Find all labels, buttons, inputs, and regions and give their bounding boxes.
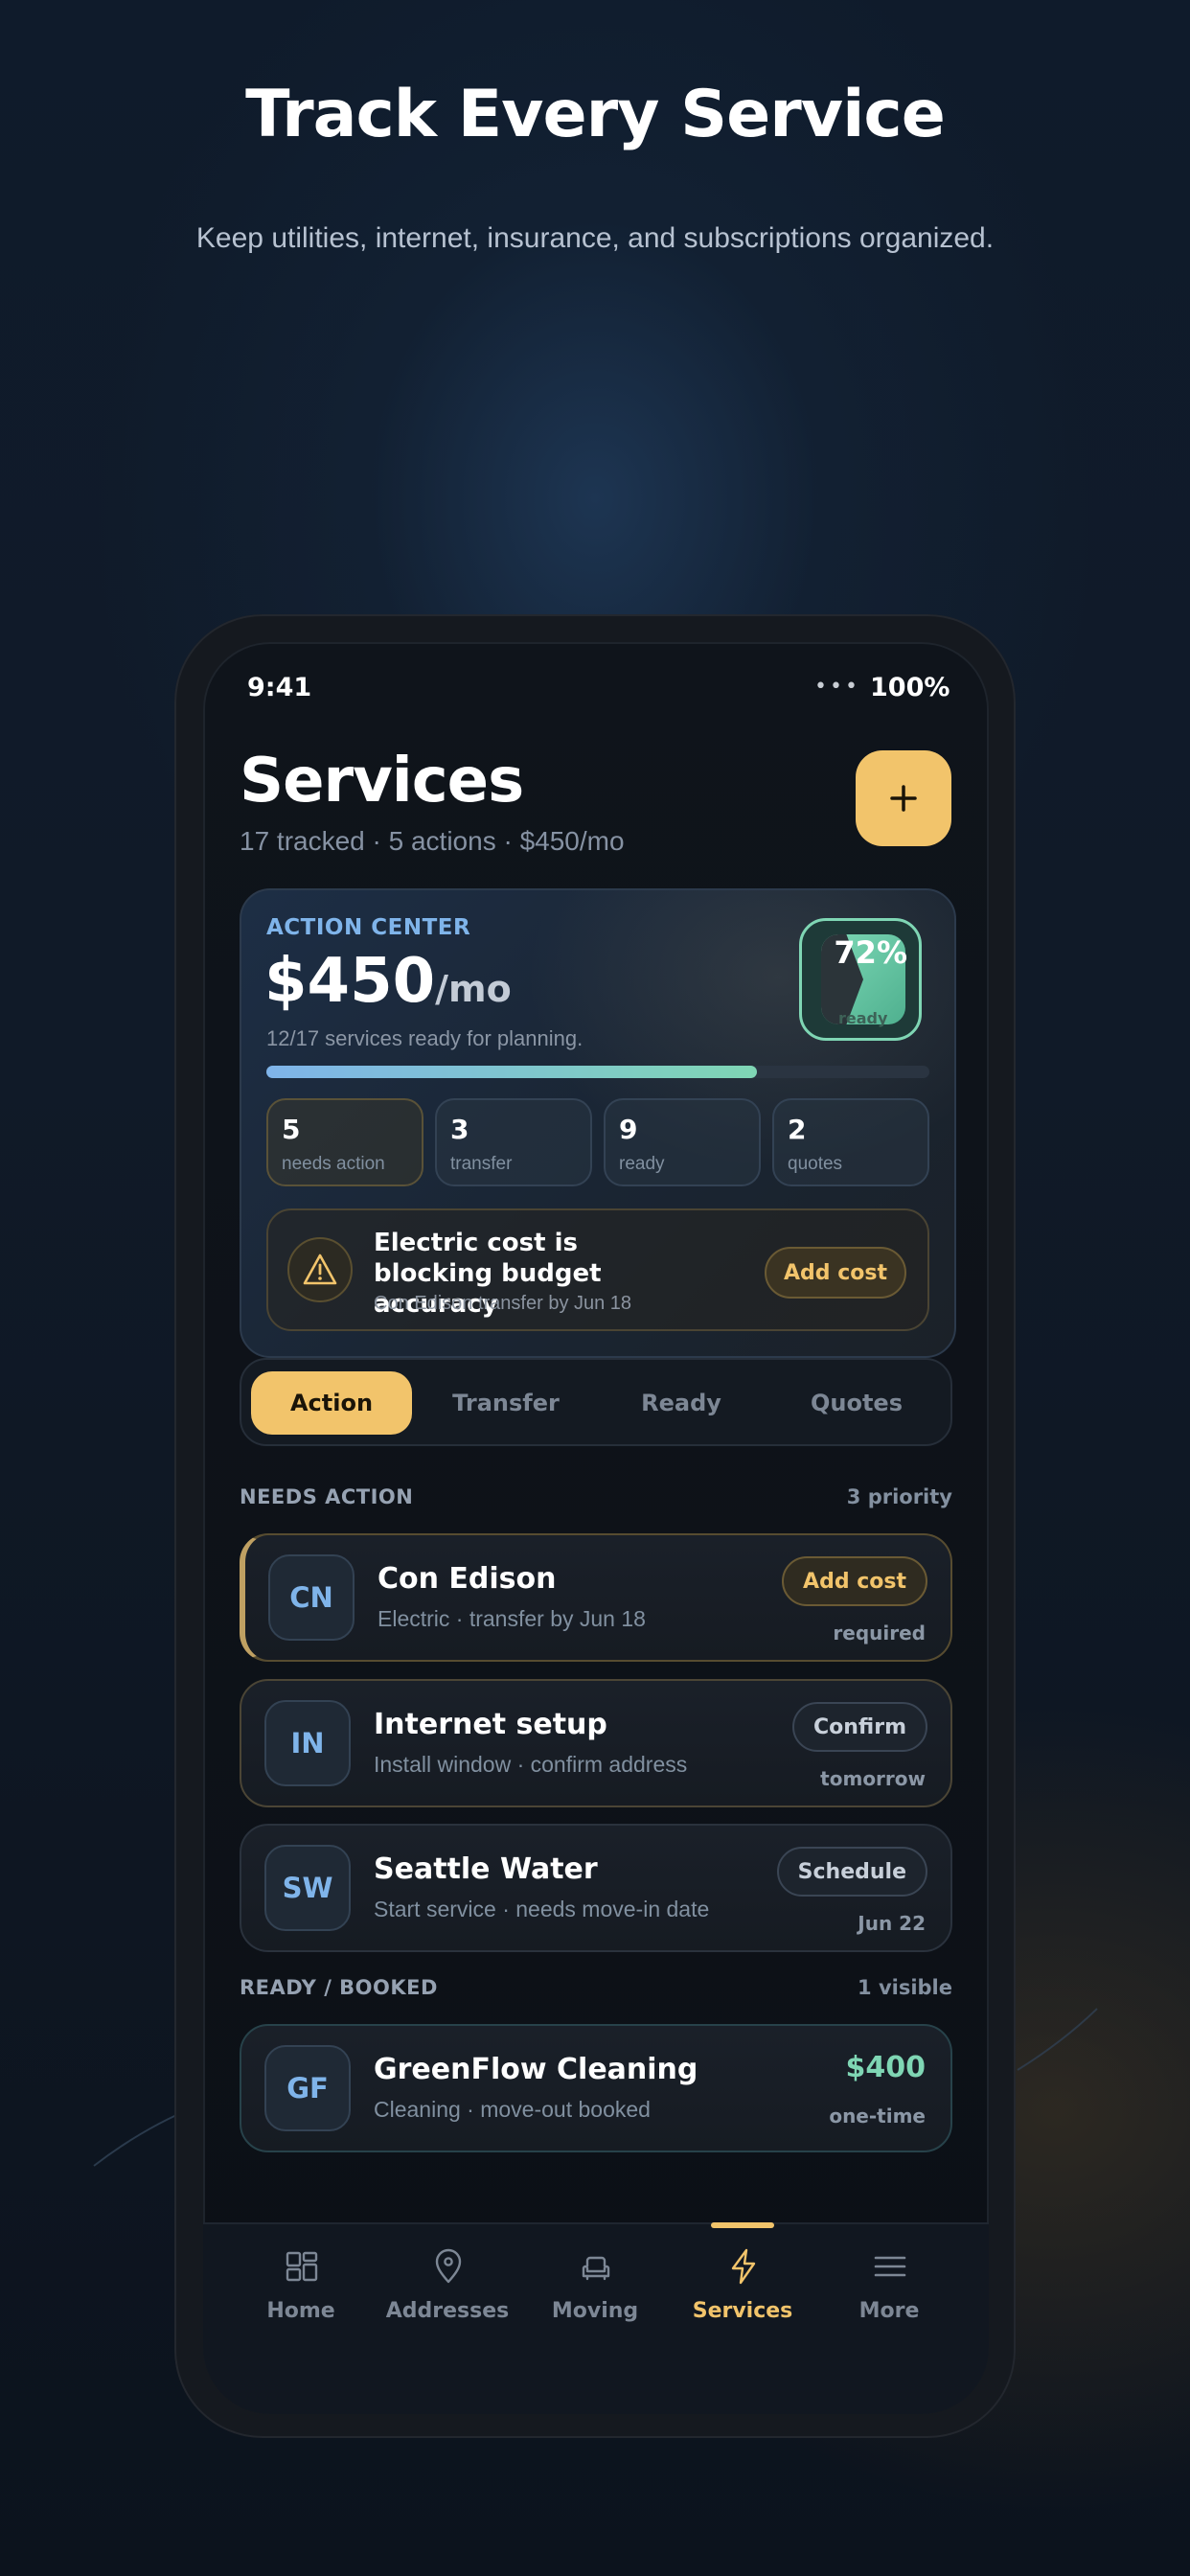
service-price: $400 (845, 2051, 927, 2084)
amount-value: $450 (264, 946, 436, 1017)
service-row-con-edison[interactable]: CN Con Edison Electric · transfer by Jun… (240, 1533, 952, 1662)
service-name: Seattle Water (374, 1852, 598, 1886)
stat-value: 3 (450, 1114, 469, 1145)
map-pin-icon (435, 2248, 462, 2284)
stat-transfer[interactable]: 3 transfer (435, 1098, 592, 1186)
decorative-arc-right (1017, 2008, 1098, 2071)
stat-ready[interactable]: 9 ready (604, 1098, 761, 1186)
action-center-label: ACTION CENTER (266, 915, 471, 940)
status-time: 9:41 (247, 673, 312, 702)
service-row-seattle-water[interactable]: SW Seattle Water Start service · needs m… (240, 1824, 952, 1952)
menu-icon (874, 2256, 906, 2277)
page-title: Services (240, 746, 524, 816)
nav-addresses[interactable]: Addresses (376, 2247, 519, 2343)
amount-unit: /mo (435, 968, 512, 1010)
tab-ready[interactable]: Ready (601, 1371, 762, 1435)
nav-label: Home (266, 2299, 335, 2323)
signal-dots-icon: ••• (814, 675, 860, 699)
readiness-progress-bar (266, 1066, 929, 1078)
add-service-button[interactable] (856, 750, 951, 846)
nav-label: Moving (551, 2299, 639, 2323)
readiness-description: 12/17 services ready for planning. (266, 1026, 584, 1050)
service-avatar: GF (264, 2045, 351, 2131)
alert-subtitle: Con Edison transfer by Jun 18 (374, 1293, 632, 1314)
stats-row: 5 needs action 3 transfer 9 ready 2 quot… (266, 1098, 929, 1190)
confirm-button[interactable]: Confirm (791, 1702, 927, 1752)
service-row-greenflow-cleaning[interactable]: GF GreenFlow Cleaning Cleaning · move-ou… (240, 2024, 952, 2152)
service-note: one-time (829, 2104, 926, 2128)
stat-label: quotes (788, 1154, 843, 1174)
service-avatar: IN (264, 1700, 351, 1786)
service-note: required (833, 1622, 926, 1644)
service-meta: Start service · needs move-in date (374, 1897, 710, 1921)
budget-alert: Electric cost is blocking budget accurac… (266, 1208, 929, 1331)
readiness-progress-fill (266, 1066, 758, 1078)
stat-value: 2 (788, 1114, 807, 1145)
action-center-card: ACTION CENTER $450/mo 12/17 services rea… (240, 888, 956, 1358)
service-avatar: CN (268, 1554, 355, 1641)
service-row-internet-setup[interactable]: IN Internet setup Install window · confi… (240, 1679, 952, 1807)
add-cost-button[interactable]: Add cost (782, 1556, 927, 1606)
tab-transfer[interactable]: Transfer (425, 1371, 586, 1435)
tab-action[interactable]: Action (251, 1371, 412, 1435)
add-cost-button[interactable]: Add cost (765, 1247, 906, 1299)
section-heading-ready-booked: READY / BOOKED (240, 1976, 438, 1999)
nav-label: Services (692, 2299, 793, 2323)
tab-quotes[interactable]: Quotes (776, 1371, 937, 1435)
stat-quotes[interactable]: 2 quotes (772, 1098, 929, 1186)
service-name: Internet setup (374, 1708, 607, 1741)
nav-home[interactable]: Home (229, 2247, 373, 2343)
stat-label: ready (619, 1154, 665, 1174)
app-screen: 9:41 ••• 100% Services 17 tracked · 5 ac… (203, 642, 989, 2414)
stat-value: 9 (619, 1114, 638, 1145)
bottom-nav: Home Addresses Moving Services More (203, 2222, 989, 2414)
stat-value: 5 (282, 1114, 301, 1145)
ready-label: ready (838, 1009, 888, 1027)
service-avatar: SW (264, 1845, 351, 1931)
service-meta: Electric · transfer by Jun 18 (378, 1606, 646, 1631)
schedule-button[interactable]: Schedule (776, 1847, 927, 1897)
monthly-amount: $450/mo (264, 946, 512, 1017)
stat-label: needs action (282, 1154, 385, 1174)
ready-percentage-badge: 72% ready (799, 918, 922, 1041)
lightning-icon (731, 2248, 756, 2285)
filter-tabs: Action Transfer Ready Quotes (240, 1358, 952, 1446)
battery-level: 100% (870, 673, 950, 702)
grid-icon (286, 2251, 318, 2282)
section-count-ready-booked: 1 visible (858, 1976, 952, 1999)
nav-moving[interactable]: Moving (523, 2247, 667, 2343)
service-name: GreenFlow Cleaning (374, 2053, 698, 2086)
service-name: Con Edison (378, 1562, 557, 1596)
stat-needs-action[interactable]: 5 needs action (266, 1098, 423, 1186)
nav-label: More (858, 2299, 920, 2323)
section-count-needs-action: 3 priority (846, 1485, 952, 1508)
service-meta: Cleaning · move-out booked (374, 2097, 651, 2122)
hero-subtitle: Keep utilities, internet, insurance, and… (195, 222, 995, 254)
couch-icon (582, 2256, 610, 2281)
service-note: tomorrow (820, 1767, 926, 1790)
ready-percent: 72% (834, 934, 907, 971)
nav-services[interactable]: Services (671, 2247, 814, 2343)
service-note: Jun 22 (858, 1912, 926, 1935)
stat-label: transfer (450, 1154, 513, 1174)
service-meta: Install window · confirm address (374, 1752, 688, 1777)
nav-label: Addresses (385, 2299, 510, 2323)
hero-title: Track Every Service (245, 77, 946, 152)
plus-icon (890, 785, 917, 812)
active-tab-indicator (711, 2222, 774, 2228)
warning-icon (287, 1237, 353, 1302)
section-heading-needs-action: NEEDS ACTION (240, 1485, 414, 1508)
nav-more[interactable]: More (817, 2247, 961, 2343)
page-subtitle: 17 tracked · 5 actions · $450/mo (240, 826, 625, 856)
